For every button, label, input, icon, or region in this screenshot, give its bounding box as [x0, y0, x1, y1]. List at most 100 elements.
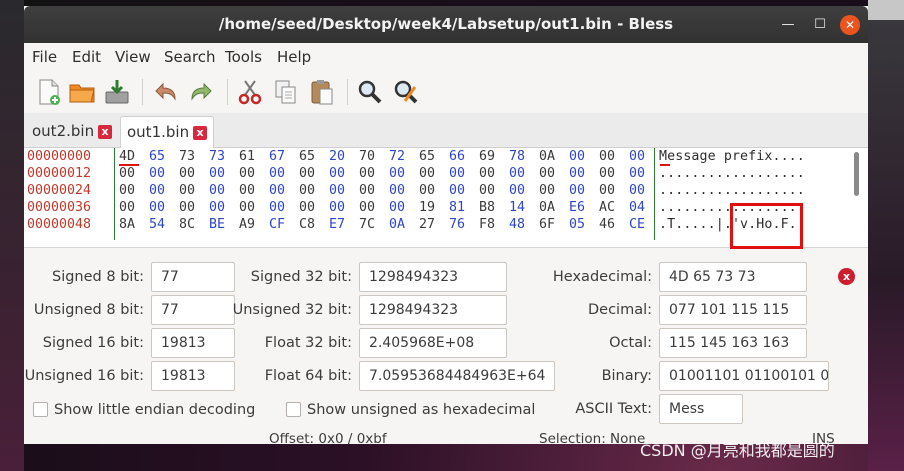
hex-byte[interactable]: A9 [239, 216, 269, 233]
new-file-icon[interactable] [34, 77, 64, 107]
hex-byte[interactable]: B8 [479, 199, 509, 216]
hex-byte[interactable]: 00 [359, 199, 389, 216]
hex-byte[interactable]: 0A [539, 148, 569, 165]
unsigned-8-field[interactable]: 77 [151, 295, 235, 325]
hex-byte[interactable]: 65 [149, 148, 179, 165]
little-endian-label[interactable]: Show little endian decoding [54, 400, 255, 420]
hex-byte[interactable]: 8C [179, 216, 209, 233]
hex-byte[interactable]: 00 [119, 165, 149, 182]
hex-byte[interactable]: 00 [389, 182, 419, 199]
hex-byte[interactable]: 0A [389, 216, 419, 233]
hex-byte[interactable]: 00 [239, 199, 269, 216]
hex-byte[interactable]: 27 [419, 216, 449, 233]
hex-byte[interactable]: AC [599, 199, 629, 216]
hex-byte[interactable]: F8 [479, 216, 509, 233]
hexadecimal-field[interactable]: 4D 65 73 73 [659, 262, 807, 292]
hex-byte[interactable]: E7 [329, 216, 359, 233]
title-bar[interactable]: /home/seed/Desktop/week4/Labsetup/out1.b… [24, 6, 868, 43]
hex-byte[interactable]: 00 [119, 199, 149, 216]
hex-byte[interactable]: 00 [449, 182, 479, 199]
hex-byte[interactable]: 78 [509, 148, 539, 165]
ascii-text-field[interactable]: Mess [659, 394, 743, 424]
hex-byte[interactable]: 8A [119, 216, 149, 233]
hex-byte[interactable]: 00 [539, 182, 569, 199]
hex-byte[interactable]: 0A [539, 199, 569, 216]
binary-field[interactable]: 01001101 01100101 011 [659, 361, 829, 391]
hex-byte[interactable]: 00 [239, 182, 269, 199]
hex-byte[interactable]: 65 [299, 148, 329, 165]
hex-byte[interactable]: 00 [479, 165, 509, 182]
redo-icon[interactable] [187, 77, 217, 107]
hex-byte[interactable]: 67 [269, 148, 299, 165]
hex-byte[interactable]: 00 [329, 165, 359, 182]
hex-byte[interactable]: 20 [329, 148, 359, 165]
hex-byte[interactable]: 00 [209, 182, 239, 199]
unsigned-16-field[interactable]: 19813 [151, 361, 235, 391]
hex-byte[interactable]: 00 [359, 182, 389, 199]
hex-byte[interactable]: 05 [569, 216, 599, 233]
hex-byte[interactable]: 00 [329, 199, 359, 216]
hex-byte[interactable]: 00 [299, 182, 329, 199]
cut-icon[interactable] [235, 77, 265, 107]
hex-byte[interactable]: 70 [359, 148, 389, 165]
hex-byte[interactable]: 00 [539, 165, 569, 182]
hex-byte[interactable]: 00 [599, 182, 629, 199]
hex-byte[interactable]: 00 [149, 199, 179, 216]
hex-byte[interactable]: 00 [479, 182, 509, 199]
tab-out2[interactable]: out2.bin x [26, 116, 118, 148]
hex-bytes-column[interactable]: 4D 65 73 73 61 67 65 20 70 72 65 66 69 78 0A 00 00 00 00 00… [119, 148, 649, 233]
hex-byte[interactable]: 00 [149, 182, 179, 199]
hex-byte[interactable]: 7C [359, 216, 389, 233]
minimize-button[interactable]: — [778, 15, 798, 35]
hex-byte[interactable]: 00 [269, 199, 299, 216]
open-folder-icon[interactable] [67, 77, 97, 107]
hex-byte[interactable]: 69 [479, 148, 509, 165]
hex-byte[interactable]: 19 [419, 199, 449, 216]
hex-byte[interactable]: 00 [419, 165, 449, 182]
hex-byte[interactable]: 00 [359, 165, 389, 182]
hex-byte[interactable]: 00 [209, 165, 239, 182]
hex-byte[interactable]: 73 [179, 148, 209, 165]
hex-byte[interactable]: 00 [299, 165, 329, 182]
hex-byte[interactable]: 54 [149, 216, 179, 233]
hex-byte[interactable]: 00 [569, 148, 599, 165]
tab-out1[interactable]: out1.bin x [120, 116, 215, 148]
unsigned-hex-label[interactable]: Show unsigned as hexadecimal [307, 400, 535, 420]
maximize-button[interactable]: ☐ [810, 15, 830, 35]
hex-byte[interactable]: 61 [239, 148, 269, 165]
signed-32-field[interactable]: 1298494323 [359, 262, 507, 292]
hex-byte[interactable]: 14 [509, 199, 539, 216]
hex-byte[interactable]: 00 [389, 165, 419, 182]
hex-byte[interactable]: C8 [299, 216, 329, 233]
close-tab-icon[interactable]: x [98, 124, 113, 139]
menu-search[interactable]: Search [164, 47, 216, 67]
hex-byte[interactable]: 00 [329, 182, 359, 199]
hex-byte[interactable]: 00 [239, 165, 269, 182]
hex-byte[interactable]: 00 [209, 199, 239, 216]
hex-byte[interactable]: 00 [119, 182, 149, 199]
undo-icon[interactable] [150, 77, 180, 107]
decimal-field[interactable]: 077 101 115 115 [659, 295, 807, 325]
hex-byte[interactable]: 00 [419, 182, 449, 199]
octal-field[interactable]: 115 145 163 163 [659, 328, 807, 358]
copy-icon[interactable] [271, 77, 301, 107]
hex-byte[interactable]: 00 [509, 165, 539, 182]
signed-16-field[interactable]: 19813 [151, 328, 235, 358]
save-icon[interactable] [102, 77, 132, 107]
hex-byte[interactable]: 66 [449, 148, 479, 165]
hex-byte[interactable]: 00 [389, 199, 419, 216]
menu-file[interactable]: File [32, 47, 57, 67]
float-32-field[interactable]: 2.405968E+08 [359, 328, 507, 358]
hex-byte[interactable]: 48 [509, 216, 539, 233]
hex-byte[interactable]: 00 [569, 182, 599, 199]
hex-byte[interactable]: BE [209, 216, 239, 233]
close-panel-icon[interactable]: x [838, 268, 855, 285]
hex-byte[interactable]: 65 [419, 148, 449, 165]
hex-byte[interactable]: 6F [539, 216, 569, 233]
little-endian-checkbox[interactable] [33, 402, 48, 417]
close-tab-icon[interactable]: x [193, 125, 208, 140]
hex-byte[interactable]: 4D [119, 148, 149, 165]
find-replace-icon[interactable] [391, 77, 421, 107]
hex-byte[interactable]: 81 [449, 199, 479, 216]
hex-byte[interactable]: CF [269, 216, 299, 233]
